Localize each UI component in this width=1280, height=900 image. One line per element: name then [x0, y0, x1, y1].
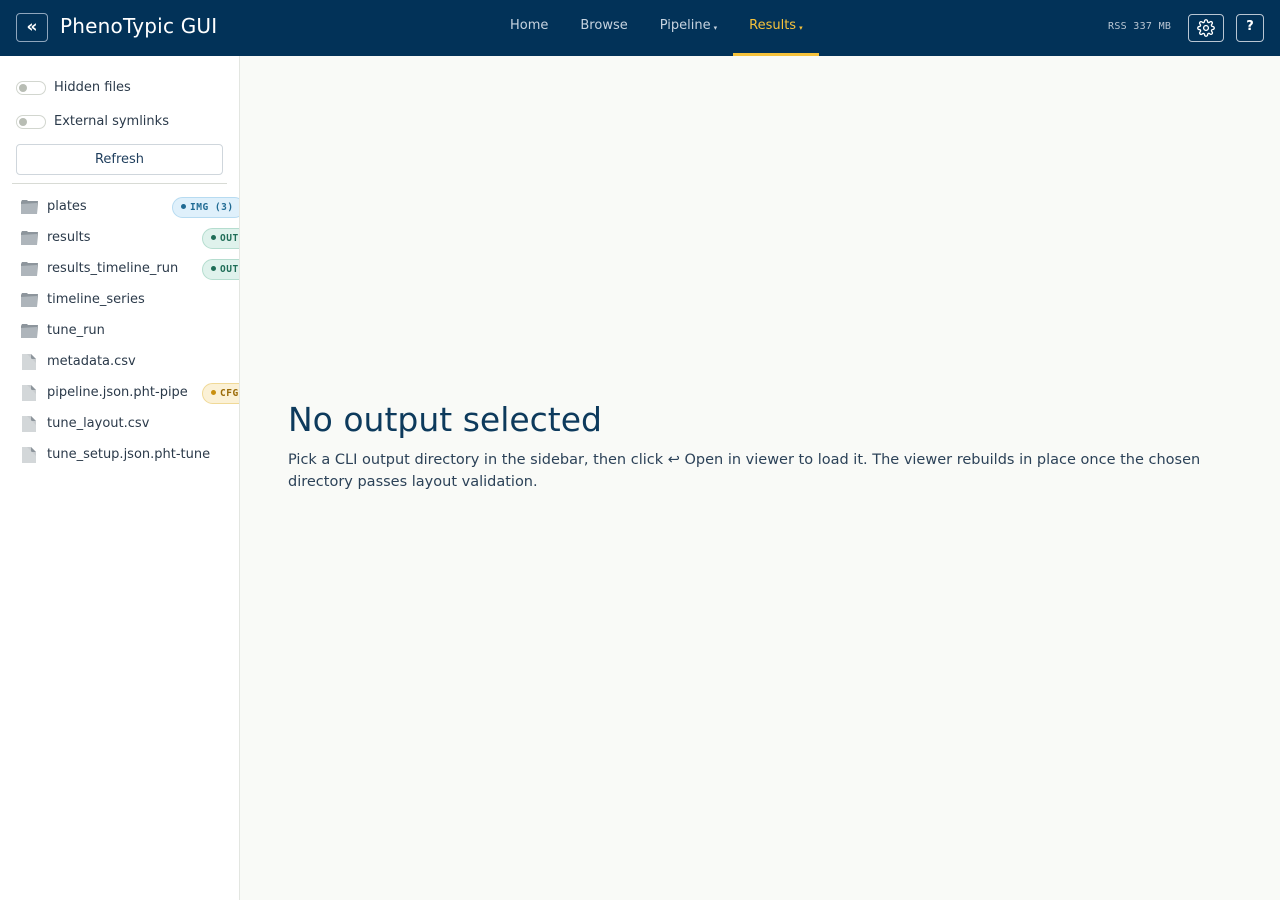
- nav-browse-label: Browse: [580, 18, 628, 33]
- entry-name: pipeline.json.pht-pipe: [47, 385, 188, 400]
- entry-name: tune_setup.json.pht-tune: [47, 447, 211, 462]
- list-item[interactable]: tune_run: [0, 315, 239, 346]
- sidebar-divider: [12, 183, 227, 184]
- gear-icon: [1197, 19, 1215, 37]
- list-item[interactable]: tune_layout.csv: [0, 408, 239, 439]
- refresh-button[interactable]: Refresh: [16, 144, 223, 175]
- app-title: PhenoTypic GUI: [60, 14, 218, 38]
- top-bar: « PhenoTypic GUI Home Browse Pipeline ▾ …: [0, 0, 1280, 56]
- chevron-down-icon: ▾: [799, 24, 803, 32]
- empty-state-description: Pick a CLI output directory in the sideb…: [288, 452, 1201, 490]
- nav-results[interactable]: Results ▾: [733, 0, 820, 56]
- toggle-label: External symlinks: [54, 114, 169, 129]
- settings-button[interactable]: [1188, 14, 1224, 42]
- empty-state-title: No output selected: [288, 400, 602, 439]
- entry-badge: IMG (3): [172, 197, 239, 218]
- chevron-down-icon: ▾: [713, 24, 718, 32]
- entry-name: metadata.csv: [47, 354, 136, 369]
- nav-home[interactable]: Home: [494, 0, 564, 56]
- list-item[interactable]: timeline_series: [0, 284, 239, 315]
- entry-name: results_timeline_run: [47, 261, 179, 276]
- file-sidebar: Hidden files External symlinks Refresh p…: [0, 56, 240, 900]
- main-nav: Home Browse Pipeline ▾ Results ▾: [494, 0, 820, 56]
- entry-name: results: [47, 230, 91, 245]
- nav-pipeline[interactable]: Pipeline ▾: [644, 0, 733, 56]
- collapse-sidebar-button[interactable]: «: [16, 13, 48, 42]
- help-button[interactable]: ?: [1236, 14, 1264, 42]
- file-icon: [19, 415, 39, 433]
- list-item[interactable]: metadata.csv: [0, 346, 239, 377]
- nav-home-label: Home: [510, 18, 549, 33]
- entry-badge: CFG: [202, 383, 239, 404]
- list-item[interactable]: results OUT: [0, 222, 239, 253]
- toggle-external-symlinks[interactable]: External symlinks: [16, 114, 169, 129]
- nav-results-label: Results: [749, 18, 797, 33]
- toggle-hidden-files[interactable]: Hidden files: [16, 80, 131, 95]
- file-list: plates IMG (3) results OUT results_timel…: [0, 191, 239, 470]
- file-icon: [19, 384, 39, 402]
- nav-browse[interactable]: Browse: [564, 0, 643, 56]
- entry-name: plates: [47, 199, 87, 214]
- entry-name: tune_layout.csv: [47, 416, 150, 431]
- entry-name: timeline_series: [47, 292, 145, 307]
- folder-icon: [19, 229, 39, 247]
- list-item[interactable]: plates IMG (3): [0, 191, 239, 222]
- list-item[interactable]: pipeline.json.pht-pipe CFG: [0, 377, 239, 408]
- list-item[interactable]: results_timeline_run OUT: [0, 253, 239, 284]
- toggle-label: Hidden files: [54, 80, 131, 95]
- external-symlinks-switch[interactable]: [16, 114, 46, 129]
- entry-badge: OUT: [202, 259, 239, 280]
- memory-status: RSS 337 MB: [1108, 21, 1172, 32]
- hidden-files-switch[interactable]: [16, 80, 46, 95]
- nav-pipeline-label: Pipeline: [659, 18, 711, 33]
- folder-icon: [19, 260, 39, 278]
- file-icon: [19, 353, 39, 371]
- folder-icon: [19, 198, 39, 216]
- folder-icon: [19, 291, 39, 309]
- file-icon: [19, 446, 39, 464]
- folder-icon: [19, 322, 39, 340]
- entry-badge: OUT: [202, 228, 239, 249]
- entry-name: tune_run: [47, 323, 105, 338]
- main-content: No output selected Pick a CLI output dir…: [240, 56, 1280, 900]
- list-item[interactable]: tune_setup.json.pht-tune: [0, 439, 239, 470]
